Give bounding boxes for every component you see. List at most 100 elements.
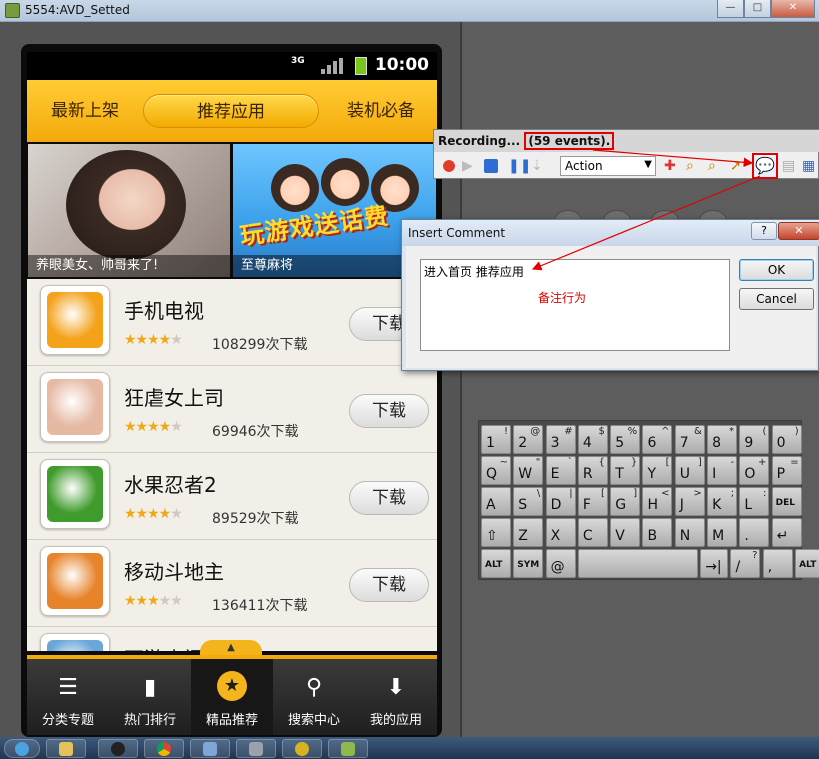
nav-item[interactable]: ★ 精品推荐 xyxy=(191,659,273,735)
download-button[interactable]: 下载 xyxy=(349,481,429,515)
nav-item[interactable]: ⬇ 我的应用 xyxy=(355,659,437,735)
app-list-item[interactable]: 手机电视 ★★★★★ 108299次下载 下载 xyxy=(27,279,437,366)
dialog-close-button[interactable]: ✕ xyxy=(778,222,819,240)
keyboard-key[interactable]: T} xyxy=(610,456,641,485)
step-icon[interactable]: ⇣ xyxy=(531,157,549,175)
pause-icon[interactable]: ❚❚ xyxy=(508,157,531,175)
taskbar-app[interactable] xyxy=(190,739,230,758)
recorder-icon xyxy=(295,742,309,756)
record-icon[interactable] xyxy=(440,157,458,175)
drawer-handle[interactable]: ▲ xyxy=(200,640,262,656)
keyboard-key[interactable]: R{ xyxy=(577,456,608,485)
keyboard-key[interactable]: H < xyxy=(642,487,673,516)
keyboard-key[interactable]: L: xyxy=(739,487,770,516)
keyboard-key[interactable]: 9( xyxy=(739,425,770,454)
keyboard-key[interactable]: Y[ xyxy=(642,456,673,485)
keyboard-key[interactable]: @ xyxy=(545,549,576,578)
nav-item[interactable]: ⚲ 搜索中心 xyxy=(273,659,355,735)
download-button[interactable]: 下载 xyxy=(349,394,429,428)
insert-comment-icon[interactable]: 💬 xyxy=(752,153,778,179)
keyboard-key[interactable]: E ` xyxy=(545,456,576,485)
key-alt-label: ] xyxy=(697,457,702,468)
keyboard-key[interactable]: I- xyxy=(707,456,738,485)
dialog-titlebar: Insert Comment ? ✕ xyxy=(402,220,819,246)
keyboard-key[interactable]: P = xyxy=(771,456,802,485)
tab-latest[interactable]: 最新上架 xyxy=(35,94,135,128)
key-alt-label: } xyxy=(630,457,638,468)
key-label: K xyxy=(712,497,722,513)
taskbar-tool[interactable] xyxy=(236,739,276,758)
keyboard-key[interactable]: 2 @ xyxy=(513,425,544,454)
start-button[interactable] xyxy=(4,739,40,758)
keyboard-key[interactable]: J > xyxy=(674,487,705,516)
taskbar-chrome[interactable] xyxy=(144,739,184,758)
taskbar-explorer[interactable] xyxy=(46,739,86,758)
app-list-item[interactable]: 狂虐女上司 ★★★★★ 69946次下载 下载 xyxy=(27,366,437,453)
keyboard-key[interactable]: G] xyxy=(610,487,641,516)
app-list-item[interactable]: 水果忍者2 ★★★★★ 89529次下载 下载 xyxy=(27,453,437,540)
close-button[interactable]: ✕ xyxy=(771,0,815,18)
maximize-button[interactable]: □ xyxy=(744,0,771,18)
tab-essentials[interactable]: 装机必备 xyxy=(329,94,433,128)
nav-item[interactable]: ▮ 热门排行 xyxy=(109,659,191,735)
keyboard-key[interactable]: V xyxy=(610,518,641,547)
keyboard-key[interactable]: A xyxy=(481,487,511,516)
keyboard-key[interactable]: C xyxy=(577,518,608,547)
nav-item[interactable]: ☰ 分类专题 xyxy=(27,659,109,735)
keyboard-key[interactable]: 4 $ xyxy=(577,425,608,454)
keyboard-key[interactable]: ↵ xyxy=(771,518,802,547)
screenshot-icon[interactable]: ⌕ xyxy=(686,157,704,175)
taskbar-recorder[interactable] xyxy=(282,739,322,758)
keyboard-key[interactable]: N xyxy=(674,518,705,547)
copy-icon[interactable]: ▤ xyxy=(782,157,800,175)
keyboard-key[interactable]: . xyxy=(739,518,770,547)
keyboard-key[interactable]: B xyxy=(642,518,673,547)
keyboard-key[interactable]: Q ~ xyxy=(481,456,511,485)
keyboard-key[interactable]: ALT xyxy=(795,549,819,578)
keyboard-key[interactable]: /? xyxy=(730,549,761,578)
keyboard-key[interactable]: D | xyxy=(545,487,576,516)
keyboard-key[interactable]: U] xyxy=(674,456,705,485)
key-label: 4 xyxy=(582,435,592,451)
keyboard-key[interactable]: O + xyxy=(739,456,770,485)
keyboard-key[interactable]: W " xyxy=(513,456,544,485)
zoom-icon[interactable]: ⌕ xyxy=(708,157,726,175)
keyboard-key[interactable]: , xyxy=(762,549,793,578)
keyboard-key[interactable]: ALT xyxy=(481,549,511,578)
keyboard-key[interactable]: 5% xyxy=(610,425,641,454)
cancel-button[interactable]: Cancel xyxy=(739,288,814,310)
taskbar-clock-app[interactable] xyxy=(98,739,138,758)
keyboard-key[interactable]: 0) xyxy=(771,425,802,454)
keyboard-key[interactable]: →| xyxy=(700,549,729,578)
download-button[interactable]: 下载 xyxy=(349,568,429,602)
keyboard-key[interactable]: 8 * xyxy=(707,425,738,454)
taskbar-emulator[interactable] xyxy=(328,739,368,758)
help-button[interactable]: ? xyxy=(751,222,777,240)
stop-icon[interactable] xyxy=(484,159,498,173)
keyboard-key[interactable]: 1! xyxy=(481,425,511,454)
pointer-icon[interactable]: ➚ xyxy=(730,157,748,175)
keyboard-key[interactable]: 3 # xyxy=(545,425,576,454)
keyboard-key[interactable]: M xyxy=(707,518,738,547)
device-icon[interactable]: ▦ xyxy=(802,157,819,175)
keyboard-key[interactable]: X xyxy=(545,518,576,547)
tab-recommended[interactable]: 推荐应用 xyxy=(143,94,319,128)
app-list-item[interactable]: 移动斗地主 ★★★★★ 136411次下载 下载 xyxy=(27,540,437,627)
action-select[interactable]: Action ▼ xyxy=(560,156,656,176)
add-icon[interactable]: ✚ xyxy=(664,157,682,175)
minimize-button[interactable]: — xyxy=(717,0,744,18)
keyboard-key[interactable]: 7 & xyxy=(674,425,705,454)
keyboard-key[interactable]: DEL xyxy=(771,487,802,516)
keyboard-key[interactable]: 6 ^ xyxy=(642,425,673,454)
keyboard-key[interactable]: SYM xyxy=(513,549,544,578)
keyboard-key[interactable]: S \ xyxy=(513,487,544,516)
ok-button[interactable]: OK xyxy=(739,259,814,281)
keyboard-key[interactable] xyxy=(577,549,698,578)
keyboard-key[interactable]: Z xyxy=(513,518,544,547)
keyboard-key[interactable]: K; xyxy=(707,487,738,516)
play-icon[interactable]: ▶ xyxy=(462,157,480,175)
key-alt-label: " xyxy=(535,457,541,468)
banner-beauty[interactable]: 养眼美女、帅哥来了! xyxy=(28,144,230,277)
keyboard-key[interactable]: ⇧ xyxy=(481,518,511,547)
keyboard-key[interactable]: F[ xyxy=(577,487,608,516)
